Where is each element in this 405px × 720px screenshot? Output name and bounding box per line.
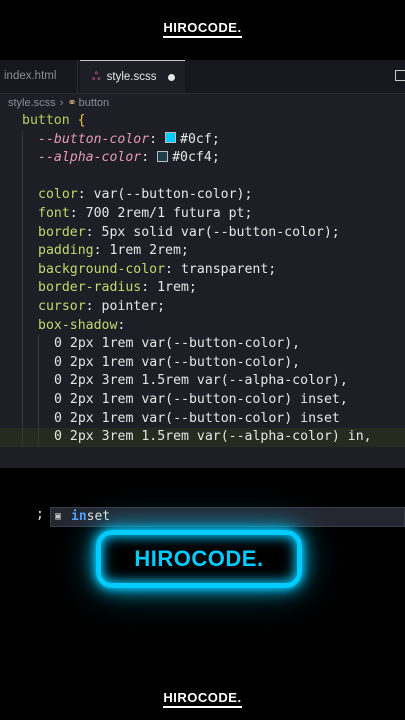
sass-file-icon: ஃ — [92, 71, 101, 83]
code-line: cursor: pointer; — [0, 297, 405, 317]
tab-index-html[interactable]: index.html — [0, 60, 78, 93]
code-semicolon: ; — [36, 507, 44, 522]
code-line: border: 5px solid var(--button-color); — [0, 223, 405, 243]
property-value-icon: ▣ — [55, 511, 62, 522]
split-editor-icon[interactable] — [395, 70, 405, 81]
color-swatch[interactable] — [157, 150, 169, 162]
code-editor: index.html ஃ style.scss style.scss › ⚭ butto… — [0, 60, 405, 527]
code-line: --button-color: #0cf; — [0, 130, 405, 150]
breadcrumb-file[interactable]: style.scss — [8, 97, 56, 109]
code-line: border-radius: 1rem; — [0, 279, 405, 298]
code-line: 0 2px 3rem 1.5rem var(--alpha-color), — [0, 372, 405, 391]
code-line: button { — [22, 113, 86, 128]
code-line: 0 2px 1rem var(--button-color) inset, — [0, 390, 405, 410]
code-line: color: var(--button-color); — [0, 186, 405, 205]
color-swatch[interactable] — [165, 132, 177, 144]
code-line: 0 2px 1rem var(--button-color) inset — [0, 409, 405, 429]
code-line: font: 700 2rem/1 futura pt; — [0, 204, 405, 224]
brand-logo-top: HIROCODE. — [0, 20, 405, 38]
breadcrumb: style.scss › ⚭ button — [8, 94, 109, 112]
code-line: box-shadow: — [0, 316, 405, 336]
demo-neon-button[interactable]: HIROCODE. — [96, 530, 302, 588]
symbol-icon: ⚭ — [67, 97, 77, 109]
code-line: --alpha-color: #0cf4; — [0, 149, 405, 168]
code-line: 0 2px 1rem var(--button-color), — [0, 335, 405, 354]
code-line: padding: 1rem 2rem; — [0, 242, 405, 261]
tab-style-scss[interactable]: ஃ style.scss — [80, 60, 185, 93]
autocomplete-suggestion[interactable]: ▣ inset — [50, 507, 405, 527]
brand-logo-bottom: HIROCODE. — [0, 690, 405, 708]
breadcrumb-symbol[interactable]: button — [79, 97, 110, 109]
unsaved-dot-icon[interactable] — [168, 74, 175, 81]
code-area[interactable]: button { --button-color: #0cf; --alpha-c… — [0, 112, 405, 447]
code-line: background-color: transparent; — [0, 260, 405, 280]
code-line-active: 0 2px 3rem 1.5rem var(--alpha-color) in, — [0, 428, 405, 447]
code-line: 0 2px 1rem var(--button-color), — [0, 353, 405, 373]
code-line — [0, 167, 405, 187]
tab-bar: index.html ஃ style.scss — [0, 60, 405, 94]
chevron-right-icon: › — [59, 97, 64, 109]
